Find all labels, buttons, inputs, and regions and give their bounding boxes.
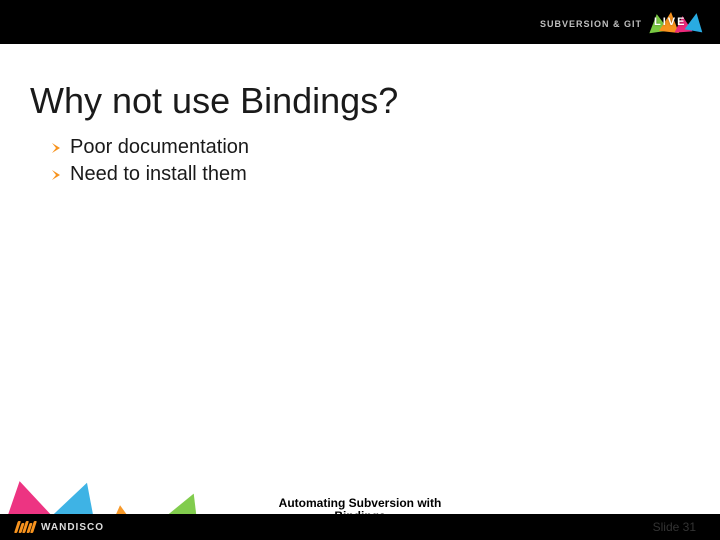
bullet-list: Poor documentation Need to install them xyxy=(52,136,249,190)
chevron-right-icon xyxy=(52,143,60,153)
bullet-text: Need to install them xyxy=(70,163,247,186)
live-logo-icon: LIVE xyxy=(648,10,704,38)
wandisco-logo: WANDISCO xyxy=(16,521,104,533)
bottom-bar: WANDISCO xyxy=(0,514,720,540)
slide-number: Slide 31 xyxy=(653,520,696,534)
list-item: Need to install them xyxy=(52,163,249,186)
list-item: Poor documentation xyxy=(52,136,249,159)
bullet-text: Poor documentation xyxy=(70,136,249,159)
footer-title-line1: Automating Subversion with xyxy=(279,496,442,510)
top-bar: SUBVERSION & GIT LIVE xyxy=(0,0,720,44)
chevron-right-icon xyxy=(52,170,60,180)
wandisco-text: WANDISCO xyxy=(41,522,104,533)
slide-title: Why not use Bindings? xyxy=(30,80,398,122)
brand-logo: SUBVERSION & GIT LIVE xyxy=(540,10,704,38)
wandisco-mark-icon xyxy=(16,521,35,533)
brand-prefix-text: SUBVERSION & GIT xyxy=(540,19,642,29)
